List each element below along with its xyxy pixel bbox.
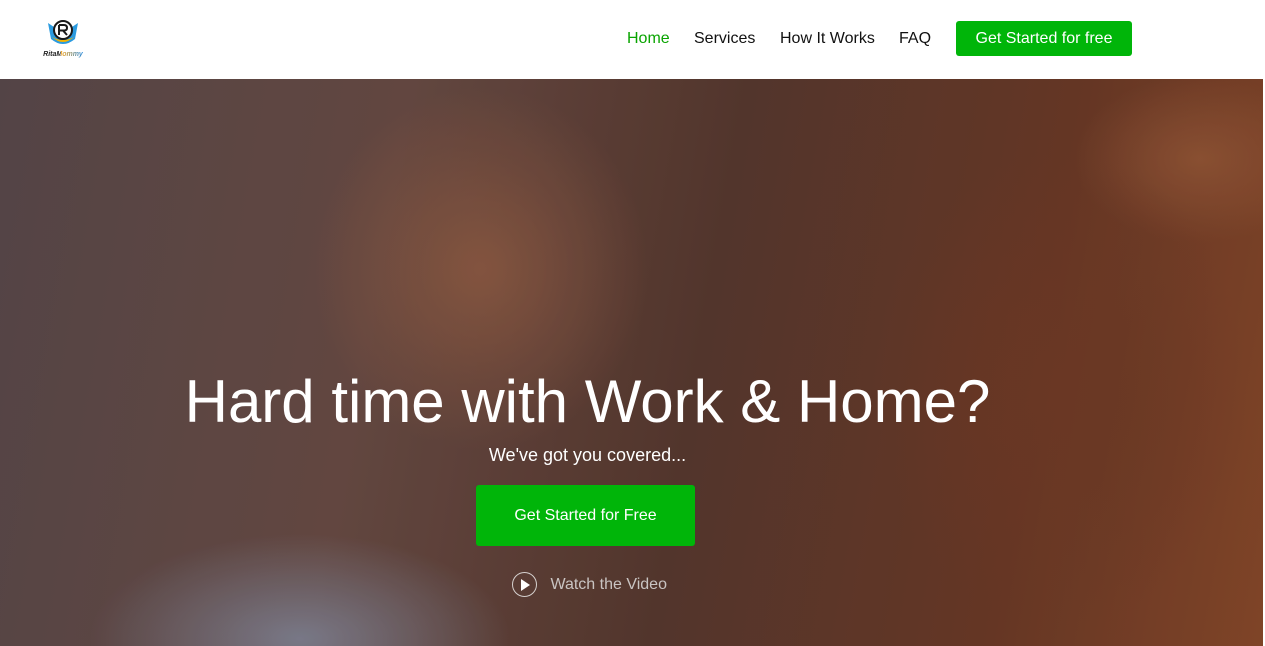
watch-video-link[interactable]: Watch the Video [512, 572, 667, 598]
hero-get-started-button[interactable]: Get Started for Free [476, 485, 695, 546]
header-get-started-button[interactable]: Get Started for free [956, 21, 1132, 56]
hero-title: Hard time with Work & Home? [184, 368, 991, 435]
hero-section [0, 79, 1263, 646]
watch-video-label: Watch the Video [550, 576, 667, 593]
nav-services[interactable]: Services [694, 21, 755, 56]
nav-how-it-works[interactable]: How It Works [780, 21, 875, 56]
site-header: RitaMommy Home Services How It Works FAQ… [0, 0, 1265, 79]
nav-home[interactable]: Home [627, 21, 670, 56]
hero-subtitle: We've got you covered... [488, 445, 687, 465]
nav-faq[interactable]: FAQ [899, 21, 931, 56]
hero-background-image [0, 79, 1263, 646]
play-circle-icon [512, 572, 537, 597]
main-nav: Home Services How It Works FAQ Get Start… [0, 21, 1265, 56]
